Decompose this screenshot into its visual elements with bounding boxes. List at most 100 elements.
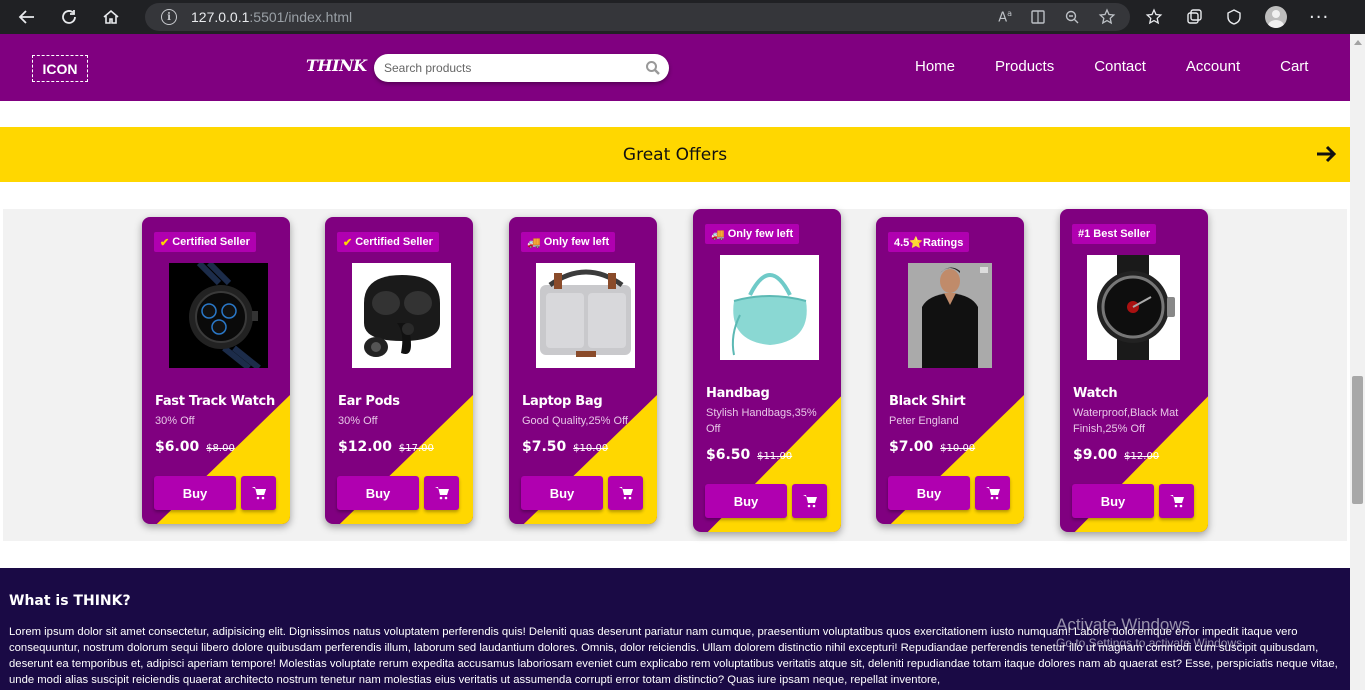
truck-icon: 🚚 (711, 228, 725, 241)
add-favorite-icon[interactable] (1098, 8, 1116, 26)
product-description: 30% Off (155, 415, 195, 427)
buy-button[interactable]: Buy (888, 476, 970, 510)
search-bar (374, 54, 669, 82)
product-name[interactable]: Fast Track Watch (155, 394, 275, 409)
product-card: 🚚 Only few left Handbag Stylish Handbags,… (693, 209, 841, 532)
product-price: $6.00 $8.00 (155, 439, 235, 455)
product-old-price: $10.00 (940, 443, 976, 454)
product-badge: ✔ Certified Seller (337, 232, 439, 252)
product-price: $6.50 $11.00 (706, 447, 793, 463)
product-card: ✔ Certified Seller Fast Track Watch 30% O… (142, 217, 290, 524)
buy-button[interactable]: Buy (1072, 484, 1154, 518)
product-card: ✔ Certified Seller Ear Pods 30% Off $12.0… (325, 217, 473, 524)
product-badge: ✔ Certified Seller (154, 232, 256, 252)
about-title: What is THINK? (9, 593, 131, 609)
brand-name[interactable]: THINK (306, 56, 367, 75)
buy-button[interactable]: Buy (154, 476, 236, 510)
read-aloud-icon[interactable]: Aa (998, 9, 1012, 25)
product-old-price: $8.00 (206, 443, 235, 454)
product-old-price: $17.00 (398, 443, 434, 454)
site-info-icon[interactable]: i (161, 9, 177, 25)
product-description: Waterproof,Black Mat Finish,25% Off (1073, 407, 1179, 435)
nav-account-link[interactable]: Account (1186, 58, 1240, 75)
nav-products-link[interactable]: Products (995, 58, 1054, 75)
search-input[interactable] (384, 61, 634, 75)
profile-avatar[interactable] (1265, 6, 1287, 28)
product-description: Good Quality,25% Off (522, 415, 628, 427)
product-card: #1 Best Seller Watch Waterproof,Black Ma… (1060, 209, 1208, 532)
nav-cart-link[interactable]: Cart (1280, 58, 1308, 75)
collections-icon[interactable] (1185, 8, 1203, 26)
product-badge: 🚚 Only few left (521, 232, 616, 252)
more-menu-icon[interactable]: ··· (1309, 7, 1329, 28)
zoom-icon[interactable] (1064, 9, 1080, 25)
check-icon: ✔ (160, 236, 170, 249)
product-image[interactable] (536, 263, 635, 368)
product-badge: #1 Best Seller (1072, 224, 1157, 244)
product-old-price: $11.00 (757, 451, 793, 462)
buy-button[interactable]: Buy (705, 484, 787, 518)
product-old-price: $12.00 (1124, 451, 1160, 462)
logo-placeholder[interactable]: ICON (32, 55, 88, 82)
product-name[interactable]: Watch (1073, 386, 1118, 401)
product-card: 4.5⭐Ratings Black Shirt Peter England $7… (876, 217, 1024, 524)
product-name[interactable]: Handbag (706, 386, 770, 401)
nav-home-link[interactable]: Home (915, 58, 955, 75)
product-image[interactable] (352, 263, 451, 368)
product-price: $7.50 $10.00 (522, 439, 609, 455)
cart-icon (802, 495, 817, 508)
add-to-cart-button[interactable] (608, 476, 643, 510)
add-to-cart-button[interactable] (241, 476, 276, 510)
cart-icon (251, 487, 266, 500)
site-header: ICON THINK Home Products Contact Account… (0, 34, 1350, 101)
buy-button[interactable]: Buy (521, 476, 603, 510)
scroll-up-icon[interactable] (1354, 40, 1362, 45)
arrow-right-icon[interactable] (1314, 142, 1338, 166)
immersive-reader-icon[interactable] (1030, 9, 1046, 25)
url-text[interactable]: 127.0.0.1:5501/index.html (191, 9, 352, 25)
product-image[interactable] (169, 263, 268, 368)
reload-icon[interactable] (54, 2, 84, 32)
browser-essentials-icon[interactable] (1225, 8, 1243, 26)
product-price: $7.00 $10.00 (889, 439, 976, 455)
home-icon[interactable] (96, 2, 126, 32)
nav-contact-link[interactable]: Contact (1094, 58, 1146, 75)
product-price: $9.00 $12.00 (1073, 447, 1160, 463)
product-name[interactable]: Laptop Bag (522, 394, 603, 409)
cart-icon (434, 487, 449, 500)
add-to-cart-button[interactable] (1159, 484, 1194, 518)
browser-toolbar: i 127.0.0.1:5501/index.html Aa ··· (0, 0, 1365, 34)
page-scrollbar[interactable] (1350, 34, 1365, 690)
product-card: 🚚 Only few left Laptop Bag Good Quality,2… (509, 217, 657, 524)
add-to-cart-button[interactable] (424, 476, 459, 510)
buy-button[interactable]: Buy (337, 476, 419, 510)
back-arrow-icon[interactable] (12, 2, 42, 32)
product-name[interactable]: Ear Pods (338, 394, 400, 409)
product-name[interactable]: Black Shirt (889, 394, 966, 409)
search-icon[interactable] (645, 60, 661, 76)
product-badge: 4.5⭐Ratings (888, 232, 970, 252)
product-old-price: $10.00 (573, 443, 609, 454)
address-bar[interactable]: i 127.0.0.1:5501/index.html Aa (145, 3, 1130, 31)
cart-icon (1169, 495, 1184, 508)
product-image[interactable] (1087, 255, 1180, 360)
windows-activation-watermark: Activate Windows Go to Settings to activ… (1056, 615, 1246, 650)
add-to-cart-button[interactable] (975, 476, 1010, 510)
product-image[interactable] (908, 263, 992, 368)
check-icon: ✔ (343, 236, 353, 249)
truck-icon: 🚚 (527, 236, 541, 249)
product-description: 30% Off (338, 415, 378, 427)
product-badge: 🚚 Only few left (705, 224, 800, 244)
favorites-icon[interactable] (1145, 8, 1163, 26)
add-to-cart-button[interactable] (792, 484, 827, 518)
product-description: Stylish Handbags,35% Off (706, 407, 817, 435)
product-grid: ✔ Certified Seller Fast Track Watch 30% O… (3, 209, 1347, 541)
offers-banner: Great Offers (0, 127, 1350, 182)
main-nav: Home Products Contact Account Cart (915, 58, 1348, 75)
product-image[interactable] (720, 255, 819, 360)
product-description: Peter England (889, 415, 959, 427)
scrollbar-thumb[interactable] (1352, 376, 1363, 504)
cart-icon (985, 487, 1000, 500)
offers-title: Great Offers (622, 144, 728, 165)
cart-icon (618, 487, 633, 500)
